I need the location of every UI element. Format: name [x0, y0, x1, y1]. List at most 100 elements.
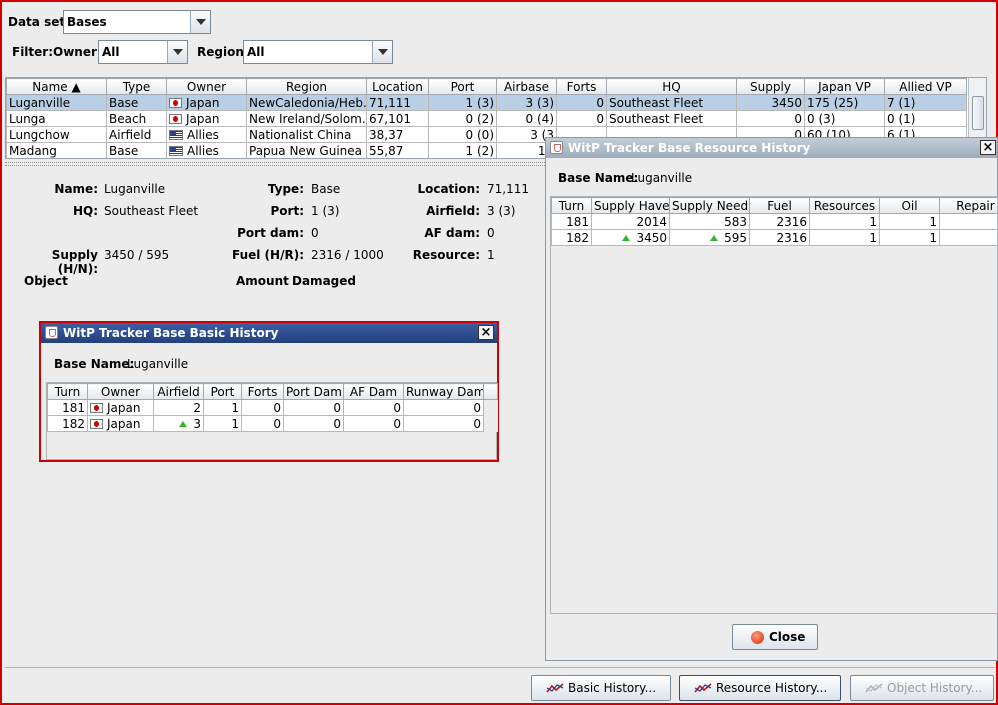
- scrollbar-thumb[interactable]: [972, 96, 984, 130]
- col-header-forts[interactable]: Forts: [241, 383, 284, 400]
- cell-airfield[interactable]: 3: [153, 415, 204, 432]
- cell-allied-vp[interactable]: 0 (1): [884, 110, 967, 127]
- cell-resources[interactable]: 1: [809, 213, 880, 230]
- close-button[interactable]: Close: [732, 624, 818, 650]
- cell-supply-need[interactable]: 583: [669, 213, 750, 230]
- cell-fuel[interactable]: 2316: [749, 229, 810, 246]
- col-header-turn[interactable]: Turn: [47, 383, 88, 400]
- chevron-down-icon[interactable]: [190, 11, 210, 33]
- cell-af-dam[interactable]: 0: [343, 399, 404, 416]
- table-row[interactable]: 181 2014 583 2316 1 1 0: [551, 213, 997, 230]
- region-filter-combo[interactable]: All: [243, 40, 393, 64]
- col-header-supply[interactable]: Supply: [736, 78, 805, 95]
- col-header-supply-need[interactable]: Supply Need: [669, 197, 750, 214]
- col-header-af-dam[interactable]: AF Dam: [343, 383, 404, 400]
- col-header-port-dam[interactable]: Port Dam: [283, 383, 344, 400]
- cell-fuel[interactable]: 2316: [749, 213, 810, 230]
- cell-forts[interactable]: 0: [556, 110, 607, 127]
- cell-owner[interactable]: Japan: [166, 94, 247, 111]
- table-row[interactable]: 182 Japan 3 1 0 0 0 0: [47, 415, 498, 432]
- cell-name[interactable]: Luganville: [6, 94, 107, 111]
- cell-hq[interactable]: Southeast Fleet: [606, 94, 737, 111]
- split-divider[interactable]: [5, 162, 545, 166]
- col-header-location[interactable]: Location: [366, 78, 429, 95]
- basic-history-titlebar[interactable]: WitP Tracker Base Basic History ×: [41, 323, 497, 343]
- cell-region[interactable]: Nationalist China: [246, 126, 367, 143]
- cell-owner[interactable]: Allies: [166, 126, 247, 143]
- cell-repair[interactable]: 0: [939, 229, 997, 246]
- cell-supply-need[interactable]: 595: [669, 229, 750, 246]
- object-history-button[interactable]: Object History...: [850, 675, 994, 701]
- cell-airbase[interactable]: 0 (4): [496, 110, 557, 127]
- cell-repair[interactable]: 0: [939, 213, 997, 230]
- cell-type[interactable]: Base: [106, 94, 167, 111]
- cell-turn[interactable]: 182: [551, 229, 592, 246]
- col-header-airbase[interactable]: Airbase: [496, 78, 557, 95]
- basic-history-button[interactable]: Basic History...: [531, 675, 671, 701]
- cell-region[interactable]: New Ireland/Solom...: [246, 110, 367, 127]
- cell-type[interactable]: Base: [106, 142, 167, 158]
- cell-supply-have[interactable]: 3450: [591, 229, 670, 246]
- cell-af-dam[interactable]: 0: [343, 415, 404, 432]
- col-header-supply-have[interactable]: Supply Have: [591, 197, 670, 214]
- cell-name[interactable]: Lunga: [6, 110, 107, 127]
- col-header-owner[interactable]: Owner: [87, 383, 154, 400]
- chevron-down-icon[interactable]: [167, 41, 187, 63]
- cell-supply-have[interactable]: 2014: [591, 213, 670, 230]
- cell-turn[interactable]: 181: [551, 213, 592, 230]
- cell-turn[interactable]: 182: [47, 415, 88, 432]
- cell-forts[interactable]: 0: [241, 399, 284, 416]
- cell-region[interactable]: Papua New Guinea: [246, 142, 367, 158]
- close-icon[interactable]: ×: [478, 325, 494, 340]
- cell-turn[interactable]: 181: [47, 399, 88, 416]
- cell-supply[interactable]: 0: [736, 110, 805, 127]
- cell-japan-vp[interactable]: 175 (25): [804, 94, 885, 111]
- cell-port[interactable]: 1 (2): [428, 142, 497, 158]
- col-header-runway-dam[interactable]: Runway Dam: [403, 383, 484, 400]
- cell-port[interactable]: 0 (0): [428, 126, 497, 143]
- cell-name[interactable]: Madang: [6, 142, 107, 158]
- cell-japan-vp[interactable]: 0 (3): [804, 110, 885, 127]
- cell-type[interactable]: Airfield: [106, 126, 167, 143]
- cell-port[interactable]: 0 (2): [428, 110, 497, 127]
- cell-forts[interactable]: 0: [556, 94, 607, 111]
- cell-region[interactable]: NewCaledonia/Heb...: [246, 94, 367, 111]
- cell-forts[interactable]: 0: [241, 415, 284, 432]
- cell-oil[interactable]: 1: [879, 229, 940, 246]
- cell-location[interactable]: 71,111: [366, 94, 429, 111]
- cell-location[interactable]: 55,87: [366, 142, 429, 158]
- dataset-combo[interactable]: Bases: [63, 10, 211, 34]
- owner-filter-combo[interactable]: All: [98, 40, 188, 64]
- col-header-resources[interactable]: Resources: [809, 197, 880, 214]
- cell-port-dam[interactable]: 0: [283, 399, 344, 416]
- col-header-japan-vp[interactable]: Japan VP: [804, 78, 885, 95]
- cell-port[interactable]: 1: [203, 399, 242, 416]
- col-header-hq[interactable]: HQ: [606, 78, 737, 95]
- col-header-type[interactable]: Type: [106, 78, 167, 95]
- cell-location[interactable]: 67,101: [366, 110, 429, 127]
- cell-allied-vp[interactable]: 7 (1): [884, 94, 967, 111]
- col-header-owner[interactable]: Owner: [166, 78, 247, 95]
- col-header-oil[interactable]: Oil: [879, 197, 940, 214]
- cell-runway-dam[interactable]: 0: [403, 399, 484, 416]
- cell-owner[interactable]: Japan: [87, 399, 154, 416]
- cell-airfield[interactable]: 2: [153, 399, 204, 416]
- cell-hq[interactable]: Southeast Fleet: [606, 110, 737, 127]
- col-header-fuel[interactable]: Fuel: [749, 197, 810, 214]
- table-row[interactable]: 181 Japan 2 1 0 0 0 0: [47, 399, 498, 416]
- cell-owner[interactable]: Japan: [87, 415, 154, 432]
- cell-name[interactable]: Lungchow: [6, 126, 107, 143]
- col-header-port[interactable]: Port: [428, 78, 497, 95]
- resource-history-button[interactable]: Resource History...: [679, 675, 841, 701]
- chevron-down-icon[interactable]: [372, 41, 392, 63]
- resource-history-titlebar[interactable]: WitP Tracker Base Resource History ×: [546, 138, 997, 158]
- cell-port[interactable]: 1: [203, 415, 242, 432]
- col-header-port[interactable]: Port: [203, 383, 242, 400]
- cell-supply[interactable]: 3450: [736, 94, 805, 111]
- cell-owner[interactable]: Allies: [166, 142, 247, 158]
- col-header-forts[interactable]: Forts: [556, 78, 607, 95]
- cell-location[interactable]: 38,37: [366, 126, 429, 143]
- col-header-repair[interactable]: Repair: [939, 197, 997, 214]
- cell-port[interactable]: 1 (3): [428, 94, 497, 111]
- table-row[interactable]: Luganville Base Japan NewCaledonia/Heb..…: [6, 94, 967, 111]
